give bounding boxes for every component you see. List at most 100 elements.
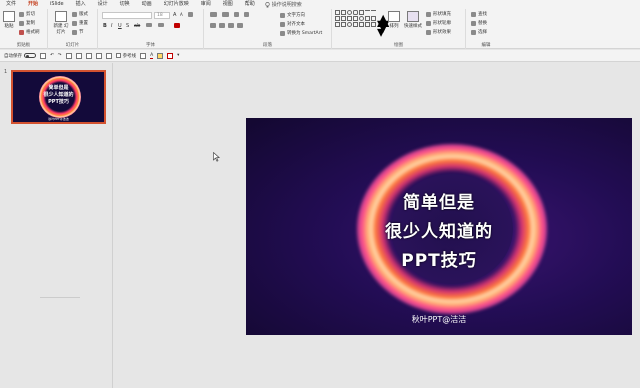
scroll-down-icon[interactable]: ▼ [377,16,389,35]
textbox-shape-icon[interactable] [341,10,346,15]
picture-button[interactable] [140,52,147,59]
tab-help[interactable]: 帮助 [239,0,261,9]
align-right-button[interactable] [228,23,234,28]
shapes-gallery[interactable]: ▲ ▼ ▾ [335,10,389,41]
case-button[interactable] [158,23,164,27]
tab-insert[interactable]: 插入 [70,0,92,9]
curly-brace-shape-icon[interactable] [335,22,340,27]
align-left-button[interactable] [210,23,216,28]
clear-format-button[interactable] [188,12,193,17]
cut-button[interactable]: 剪切 [19,11,35,17]
brace-right-shape-icon[interactable] [371,22,376,27]
bracket-shape-icon[interactable] [341,22,346,27]
tab-view[interactable]: 视图 [217,0,239,9]
new-slide-button[interactable]: 新建 幻灯片 [52,11,70,35]
brace-shape-icon[interactable] [359,22,364,27]
square-shape-icon[interactable] [353,16,358,21]
bold-button[interactable]: B [103,23,107,29]
decrease-indent-button[interactable] [234,12,239,17]
tab-animations[interactable]: 动画 [136,0,158,9]
line-shape-icon[interactable] [365,10,370,15]
find-button[interactable]: 查找 [471,11,487,17]
triangle-shape-icon[interactable] [335,16,340,21]
arrange-button[interactable]: 排列 [388,11,400,29]
select-button[interactable]: 选择 [471,29,487,35]
guides-checkbox[interactable]: 参考线 [115,53,136,59]
distribute-button[interactable] [85,52,92,59]
font-name-combo[interactable] [102,12,152,19]
more-shapes-icon[interactable]: ▾ [377,22,385,41]
spacing-button[interactable] [146,23,152,27]
block-shape-icon[interactable] [341,16,346,21]
strikethrough-button[interactable]: ab [134,23,140,29]
clear-format-icon [188,12,193,17]
undo-button[interactable]: ↶ [50,53,54,58]
underline-button[interactable]: U [118,23,122,29]
title-line-1[interactable]: 简单但是 [246,188,632,213]
format-painter-button[interactable]: 格式刷 [19,29,40,35]
tab-design[interactable]: 设计 [92,0,114,9]
eyedropper-button[interactable] [167,52,174,59]
shadow-button[interactable]: S [126,23,129,29]
slide-thumbnail[interactable]: 简单但是 很少人知道的 PPT技巧 秋叶PPT@洁洁 [11,70,106,124]
autosave-toggle[interactable] [24,53,36,58]
right-arrow-shape-icon[interactable] [365,16,370,21]
text-direction-button[interactable]: 文字方向 [280,12,305,18]
rectangle-shape-icon[interactable] [335,10,340,15]
text-color-button[interactable]: A [150,53,154,59]
customize-qat-button[interactable]: ▾ [177,53,179,58]
tab-islide[interactable]: iSlide [44,0,70,9]
slide-subtitle[interactable]: 秋叶PPT@洁洁 [246,314,632,325]
grow-font-button[interactable]: A [173,12,176,18]
group-button[interactable] [105,52,112,59]
tell-me-search[interactable]: 操作说明搜索 [265,1,302,8]
slide-canvas[interactable]: 简单但是 很少人知道的 PPT技巧 秋叶PPT@洁洁 [246,118,632,335]
copy-button[interactable]: 复制 [19,20,35,26]
format-button[interactable] [65,52,72,59]
title-line-2[interactable]: 很少人知道的 [246,217,632,242]
star-shape-icon[interactable] [347,22,352,27]
italic-button[interactable]: I [111,23,112,29]
grid-button[interactable] [95,52,102,59]
autosave-control[interactable]: 自动保存 [4,53,36,59]
paste-button[interactable]: 粘贴 [3,11,15,29]
title-line-3[interactable]: PPT技巧 [246,246,632,271]
fill-color-button[interactable] [157,52,164,59]
tab-file[interactable]: 文件 [0,0,22,9]
shape-fill-button[interactable]: 形状填充 [426,11,451,17]
quick-styles-button[interactable]: 快速样式 [404,11,422,29]
tab-slideshow[interactable]: 幻灯片放映 [158,0,195,9]
reset-label: 重置 [79,21,88,26]
increase-indent-button[interactable] [244,12,249,17]
section-button[interactable]: 节 [72,29,84,35]
layout-button[interactable]: 版式 [72,11,88,17]
tab-transitions[interactable]: 切换 [114,0,136,9]
font-size-combo[interactable]: 18 [154,12,170,19]
circle-shape-icon[interactable] [359,16,364,21]
bullets-button[interactable] [210,12,217,17]
align-center-button[interactable] [219,23,225,28]
down-arrow-shape-icon[interactable] [371,16,376,21]
replace-button[interactable]: 替换 [471,20,487,26]
rounded-rect-shape-icon[interactable] [353,10,358,15]
save-button[interactable] [40,52,46,59]
reset-button[interactable]: 重置 [72,20,88,26]
shape-effects-button[interactable]: 形状效果 [426,29,451,35]
arrow-line-shape-icon[interactable] [371,10,376,15]
shape-outline-button[interactable]: 形状轮廓 [426,20,451,26]
rectangle-2-shape-icon[interactable] [359,10,364,15]
scroll-up-icon[interactable]: ▲ [377,10,389,29]
font-color-button[interactable] [174,23,180,28]
smartart-button[interactable]: 转换为 SmartArt [280,30,322,36]
shrink-font-button[interactable]: A [180,12,183,17]
oval-shape-icon[interactable] [347,10,352,15]
numbering-button[interactable] [222,12,229,17]
callout-shape-icon[interactable] [353,22,358,27]
tab-review[interactable]: 审阅 [195,0,217,9]
align-button[interactable] [75,52,82,59]
redo-button[interactable]: ↷ [58,53,62,58]
bracket-right-shape-icon[interactable] [365,22,370,27]
justify-button[interactable] [237,23,243,28]
pentagon-shape-icon[interactable] [347,16,352,21]
align-text-button[interactable]: 对齐文本 [280,21,305,27]
